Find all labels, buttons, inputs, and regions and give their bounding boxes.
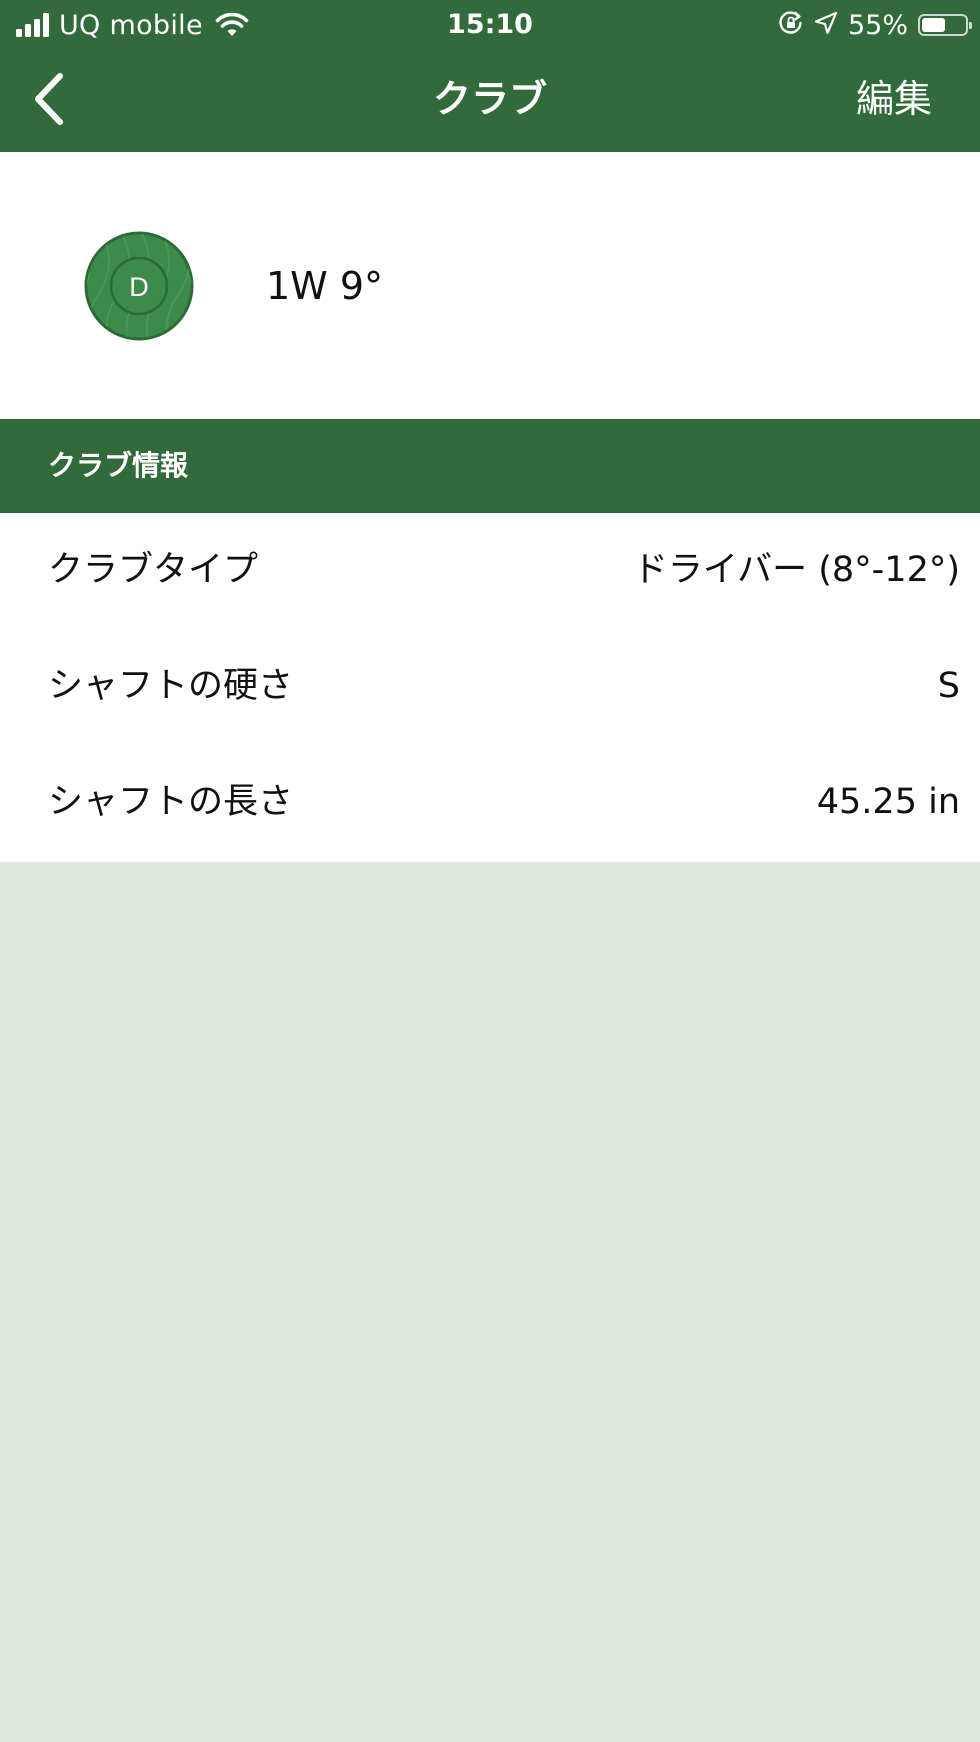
- location-arrow-icon: [814, 11, 838, 39]
- chevron-left-icon: [30, 71, 70, 131]
- battery-level-fill: [922, 18, 945, 32]
- section-title: クラブ情報: [48, 449, 189, 482]
- info-value: 45.25 in: [816, 782, 960, 822]
- info-label: シャフトの長さ: [48, 782, 294, 822]
- info-value: S: [937, 666, 960, 706]
- battery-percent: 55%: [847, 9, 908, 41]
- navigation-bar: クラブ 編集: [0, 50, 980, 152]
- section-header: クラブ情報: [0, 419, 980, 513]
- page-title: クラブ: [432, 77, 547, 121]
- battery-icon: [918, 14, 972, 36]
- club-header: D 1W 9°: [0, 152, 980, 419]
- back-button[interactable]: [30, 68, 100, 134]
- club-type-icon: D: [84, 231, 194, 341]
- club-icon-letter: D: [129, 272, 149, 302]
- orientation-lock-icon: [778, 10, 804, 40]
- edit-button[interactable]: 編集: [856, 74, 932, 124]
- status-right: 55%: [778, 7, 972, 43]
- info-row-club-type: クラブタイプ ドライバー (8°-12°): [0, 513, 980, 629]
- info-label: クラブタイプ: [48, 550, 259, 590]
- info-row-shaft-flex: シャフトの硬さ S: [0, 629, 980, 745]
- club-info-list: クラブタイプ ドライバー (8°-12°) シャフトの硬さ S シャフトの長さ …: [0, 513, 980, 862]
- info-value: ドライバー (8°-12°): [632, 550, 960, 590]
- info-label: シャフトの硬さ: [48, 666, 294, 706]
- status-bar: UQ mobile 15:10 55%: [0, 0, 980, 50]
- club-name: 1W 9°: [266, 264, 384, 308]
- info-row-shaft-length: シャフトの長さ 45.25 in: [0, 745, 980, 861]
